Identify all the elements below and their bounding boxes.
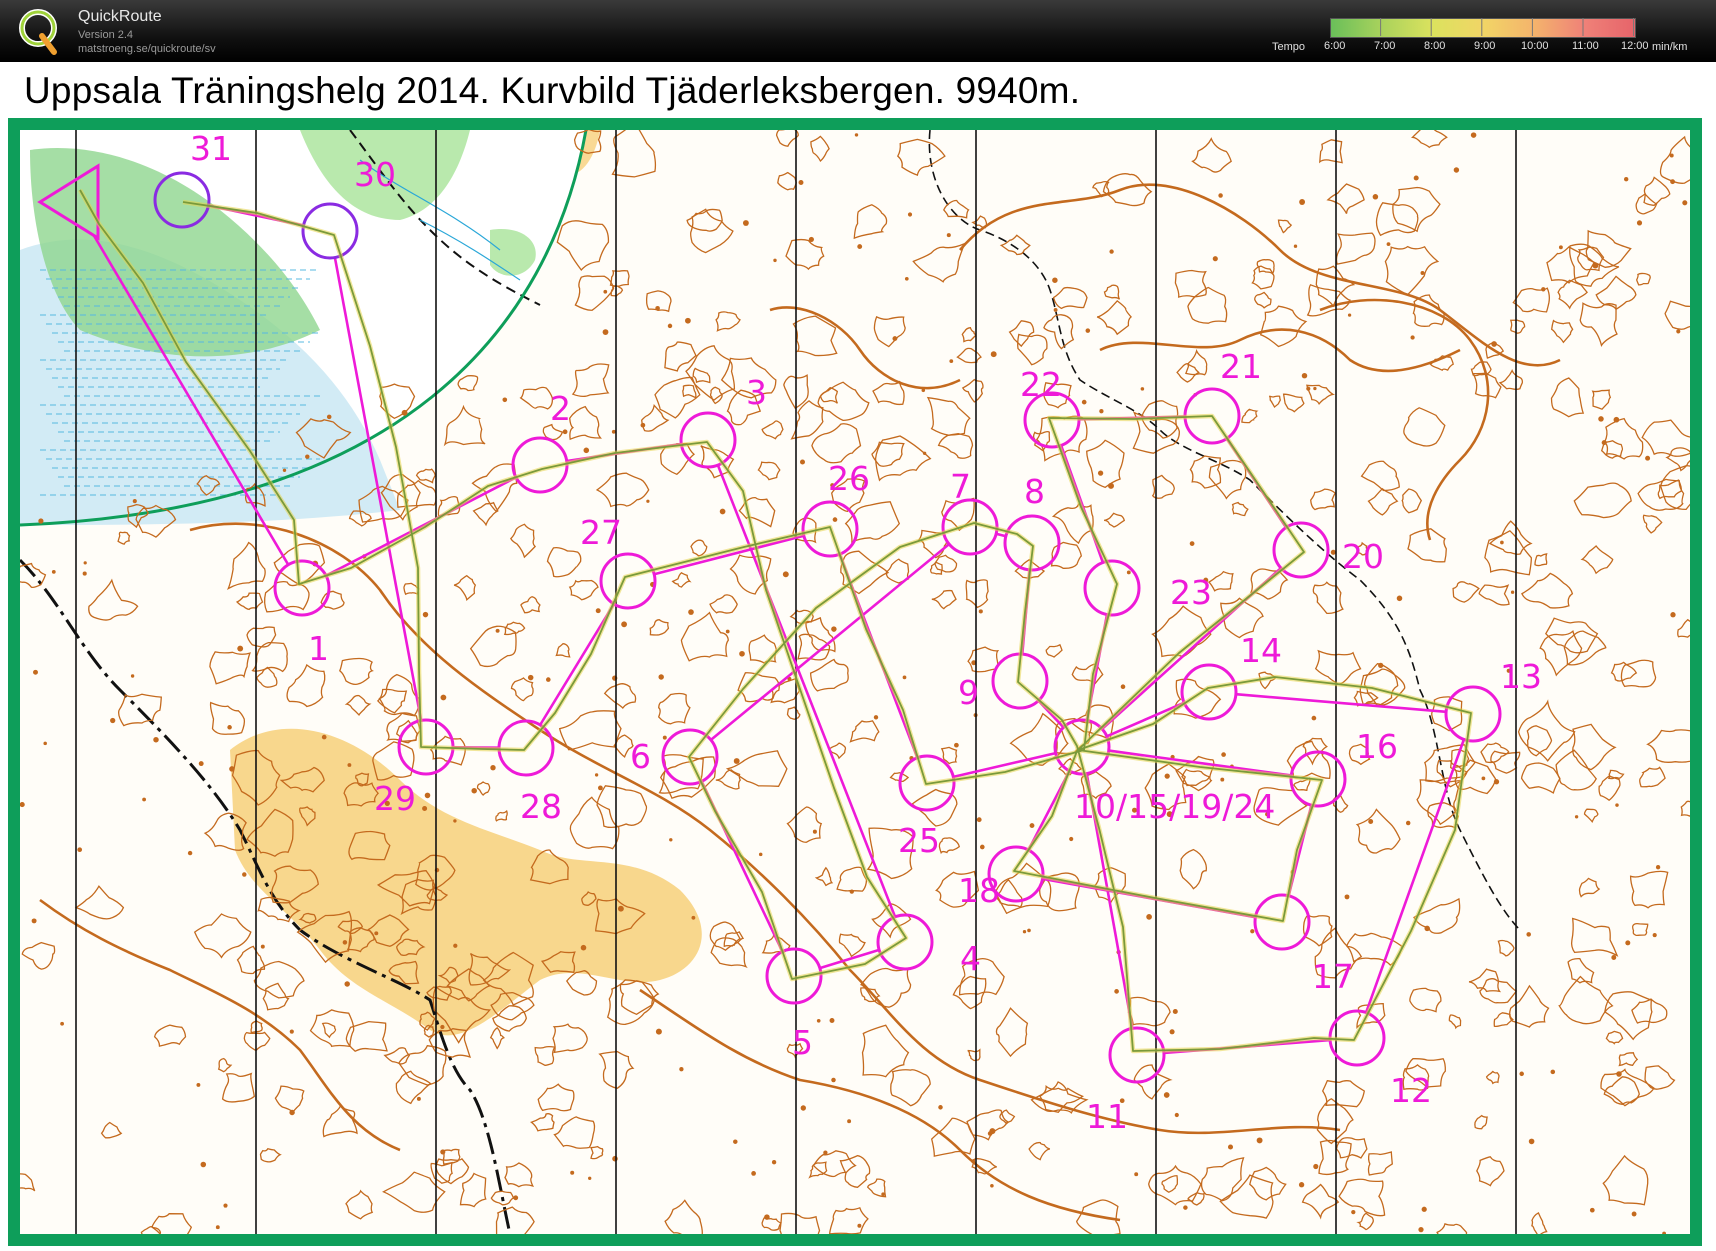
control-circle: [273, 559, 331, 617]
control-circle: [599, 552, 657, 610]
control-label: 18: [958, 871, 1000, 910]
tempo-unit: min/km: [1652, 41, 1688, 53]
control-label: 20: [1342, 537, 1384, 576]
control-label: 4: [960, 939, 981, 978]
control-label: 3: [746, 373, 767, 412]
tempo-tick: 11:00: [1572, 40, 1599, 52]
control-circle: [1180, 663, 1238, 721]
app-version: Version 2.4: [78, 29, 134, 41]
course-leg: [1364, 738, 1466, 1014]
course-leg: [653, 534, 805, 576]
course-leg: [1106, 701, 1185, 738]
tempo-tick: 10:00: [1521, 40, 1549, 52]
index-contour: [1099, 328, 1461, 373]
control-label: 8: [1024, 472, 1045, 511]
control-label: 2: [550, 389, 571, 428]
control-label: 11: [1086, 1097, 1128, 1136]
control-label: 22: [1020, 365, 1062, 404]
control-label: 12: [1390, 1071, 1432, 1110]
control-label: 9: [958, 673, 979, 712]
tempo-tick: 6:00: [1324, 40, 1346, 52]
control-label: 29: [374, 779, 416, 818]
tempo-tick: 9:00: [1474, 40, 1496, 52]
control-label: 21: [1220, 347, 1262, 386]
tempo-label: Tempo: [1272, 41, 1306, 53]
control-label: 25: [898, 821, 940, 860]
control-label: 27: [580, 513, 622, 552]
control-label: 30: [354, 155, 396, 194]
control-label: 10/15/19/24: [1074, 787, 1275, 826]
map-title: Uppsala Träningshelg 2014. Kurvbild Tjäd…: [24, 70, 1081, 111]
control-label: 1: [308, 629, 329, 668]
tempo-tick: 7:00: [1374, 40, 1396, 52]
control-label: 26: [828, 459, 870, 498]
control-label: 17: [1312, 957, 1354, 996]
control-label: 7: [950, 467, 971, 506]
control-label: 28: [520, 787, 562, 826]
control-label: 13: [1500, 657, 1542, 696]
tempo-gridlines: [1380, 18, 1634, 36]
control-label: 6: [630, 737, 651, 776]
control-label: 31: [190, 130, 232, 168]
app-header-bar: QuickRoute Version 2.4 matstroeng.se/qui…: [0, 0, 1716, 62]
quickroute-logo-icon: [19, 9, 57, 55]
app-name: QuickRoute: [78, 8, 162, 25]
control-label: 23: [1170, 573, 1212, 612]
control-label: 14: [1240, 631, 1282, 670]
tempo-tick: 8:00: [1424, 40, 1446, 52]
map-inset: [20, 130, 588, 527]
control-label: 5: [792, 1023, 813, 1062]
map-frame: 1 2 3 4 5 6 7 8 9 10/15/19/24 11 12 13 14 16 17 18 20 21 22…: [8, 118, 1702, 1246]
control-label: 16: [1356, 727, 1398, 766]
index-contour: [1319, 298, 1490, 541]
orienteering-map[interactable]: 12 34567 8910/15/19/2411121314161718202122…: [20, 130, 1690, 1234]
tempo-legend: Tempo 6:00 7:00 8:00 9:00 10:00 11:00 12…: [1262, 18, 1714, 58]
course-leg: [710, 543, 950, 741]
tempo-tick: 12:00: [1621, 40, 1649, 52]
terrain-layer: [20, 130, 1690, 1234]
index-contour: [639, 988, 1121, 1222]
app-url: matstroeng.se/quickroute/sv: [78, 43, 216, 55]
